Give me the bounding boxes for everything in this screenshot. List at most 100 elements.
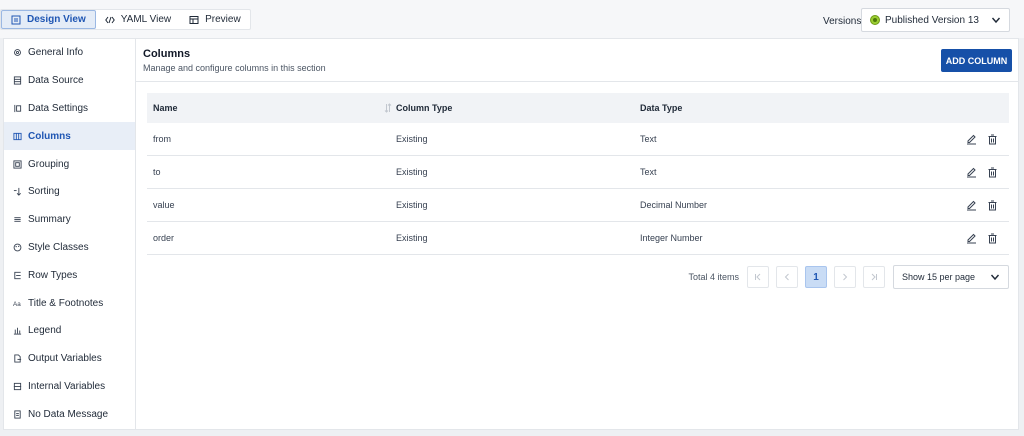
table-row[interactable]: value Existing Decimal Number [147, 189, 1009, 222]
sidebar-item-output-variables[interactable]: Output Variables [4, 345, 135, 373]
header-data-type: Data Type [640, 103, 683, 113]
sidebar-item-internal-variables[interactable]: Internal Variables [4, 373, 135, 401]
sidebar-item-sorting[interactable]: Sorting [4, 178, 135, 206]
design-view-icon [11, 15, 21, 24]
sorting-icon [13, 188, 21, 197]
add-column-button[interactable]: ADD COLUMN [941, 49, 1012, 72]
version-select-value: Published Version 13 [885, 14, 979, 26]
cell-name: order [153, 233, 175, 243]
sidebar-item-label: Internal Variables [28, 380, 106, 392]
sidebar-item-legend[interactable]: Legend [4, 317, 135, 345]
next-page-button[interactable] [834, 266, 856, 288]
palette-icon [13, 243, 22, 252]
sidebar-item-label: Grouping [28, 158, 70, 170]
table-row[interactable]: from Existing Text [147, 123, 1009, 156]
table-row[interactable]: to Existing Text [147, 156, 1009, 189]
sidebar-item-columns[interactable]: Columns [4, 122, 135, 151]
tab-preview[interactable]: Preview [180, 10, 250, 29]
svg-text:Aa: Aa [13, 301, 21, 308]
cell-data-type: Decimal Number [640, 200, 708, 210]
sidebar-item-data-settings[interactable]: Data Settings [4, 95, 135, 123]
sidebar-item-summary[interactable]: Summary [4, 206, 135, 234]
top-bar: Design View YAML View Preview Versions P… [0, 0, 1024, 38]
sidebar-item-style-classes[interactable]: Style Classes [4, 234, 135, 262]
header-name[interactable]: Name [147, 103, 396, 113]
sidebar-item-no-data-message[interactable]: No Data Message [4, 400, 135, 428]
delete-icon[interactable] [987, 200, 998, 211]
section-title: Columns [143, 48, 191, 60]
last-page-icon [871, 273, 877, 281]
row-actions [930, 167, 1009, 178]
divider [136, 81, 1018, 82]
prev-page-button[interactable] [776, 266, 798, 288]
sidebar-item-label: Output Variables [28, 353, 102, 365]
sidebar-item-row-types[interactable]: Row Types [4, 261, 135, 289]
row-types-icon [14, 271, 21, 279]
data-settings-icon [14, 104, 22, 113]
cell-column-type: Existing [396, 167, 428, 177]
main-panel: Columns Manage and configure columns in … [135, 38, 1019, 430]
sidebar-item-label: Summary [28, 214, 71, 226]
chevron-right-icon [843, 273, 848, 281]
sidebar-item-data-source[interactable]: Data Source [4, 67, 135, 95]
tab-design-view[interactable]: Design View [1, 10, 96, 29]
sidebar: General Info Data Source Data Settings C… [3, 38, 135, 430]
tab-label: YAML View [120, 14, 172, 25]
internal-variables-icon [13, 382, 22, 391]
database-icon [13, 76, 22, 85]
sidebar-item-label: Sorting [28, 186, 60, 198]
tab-yaml-view[interactable]: YAML View [96, 10, 180, 29]
last-page-button[interactable] [863, 266, 885, 288]
sidebar-item-title-footnotes[interactable]: Aa Title & Footnotes [4, 289, 135, 317]
delete-icon[interactable] [987, 167, 998, 178]
edit-icon[interactable] [966, 167, 977, 178]
versions-label: Versions [823, 16, 862, 27]
summary-icon [14, 217, 21, 222]
edit-icon[interactable] [966, 200, 977, 211]
first-page-button[interactable] [747, 266, 769, 288]
table-header: Name Column Type Data Type [147, 93, 1009, 123]
total-items: Total 4 items [688, 272, 739, 282]
sidebar-item-label: Title & Footnotes [28, 297, 104, 309]
columns-table: Name Column Type Data Type from Existing… [147, 93, 1009, 255]
published-status-icon [870, 15, 880, 25]
code-icon [104, 16, 115, 23]
grouping-icon [13, 160, 22, 169]
per-page-select[interactable]: Show 15 per page [893, 265, 1009, 289]
cell-name: from [153, 134, 171, 144]
sidebar-item-label: Data Settings [28, 102, 89, 114]
message-icon [14, 410, 21, 419]
sidebar-item-label: No Data Message [28, 408, 109, 420]
tab-label: Preview [205, 14, 241, 25]
delete-icon[interactable] [987, 233, 998, 244]
row-actions [930, 233, 1009, 244]
cell-column-type: Existing [396, 200, 428, 210]
chevron-down-icon [991, 17, 1001, 24]
page-button-current[interactable]: 1 [805, 266, 827, 288]
edit-icon[interactable] [966, 134, 977, 145]
sidebar-item-general-info[interactable]: General Info [4, 39, 135, 67]
version-select[interactable]: Published Version 13 [861, 8, 1010, 32]
per-page-value: Show 15 per page [902, 272, 976, 282]
cell-data-type: Text [640, 134, 657, 144]
sort-icon[interactable] [384, 103, 392, 113]
preview-icon [189, 15, 199, 24]
header-column-type: Column Type [396, 103, 453, 113]
legend-icon [13, 328, 22, 335]
cell-data-type: Text [640, 167, 657, 177]
sidebar-item-grouping[interactable]: Grouping [4, 150, 135, 178]
chevron-left-icon [784, 273, 789, 281]
cell-name: value [153, 200, 175, 210]
text-icon: Aa [13, 301, 21, 308]
columns-icon [13, 132, 22, 140]
output-variables-icon [14, 354, 22, 363]
delete-icon[interactable] [987, 134, 998, 145]
cell-name: to [153, 167, 161, 177]
section-subtitle: Manage and configure columns in this sec… [143, 63, 326, 73]
pagination: Total 4 items 1 Show 15 per page [136, 265, 1009, 289]
cell-column-type: Existing [396, 233, 428, 243]
view-tabs: Design View YAML View Preview [0, 9, 251, 30]
tab-label: Design View [27, 14, 86, 25]
edit-icon[interactable] [966, 233, 977, 244]
table-row[interactable]: order Existing Integer Number [147, 222, 1009, 255]
